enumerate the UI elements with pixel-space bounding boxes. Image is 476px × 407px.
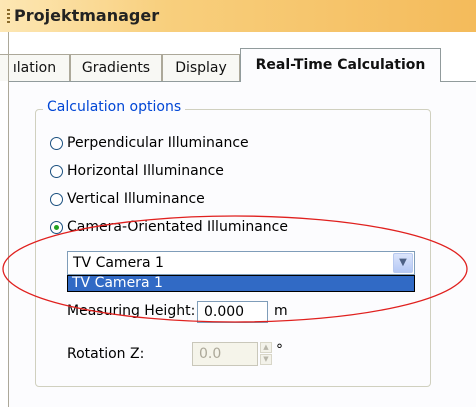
tab-real-time-calculation[interactable]: Real-Time Calculation (240, 48, 441, 82)
